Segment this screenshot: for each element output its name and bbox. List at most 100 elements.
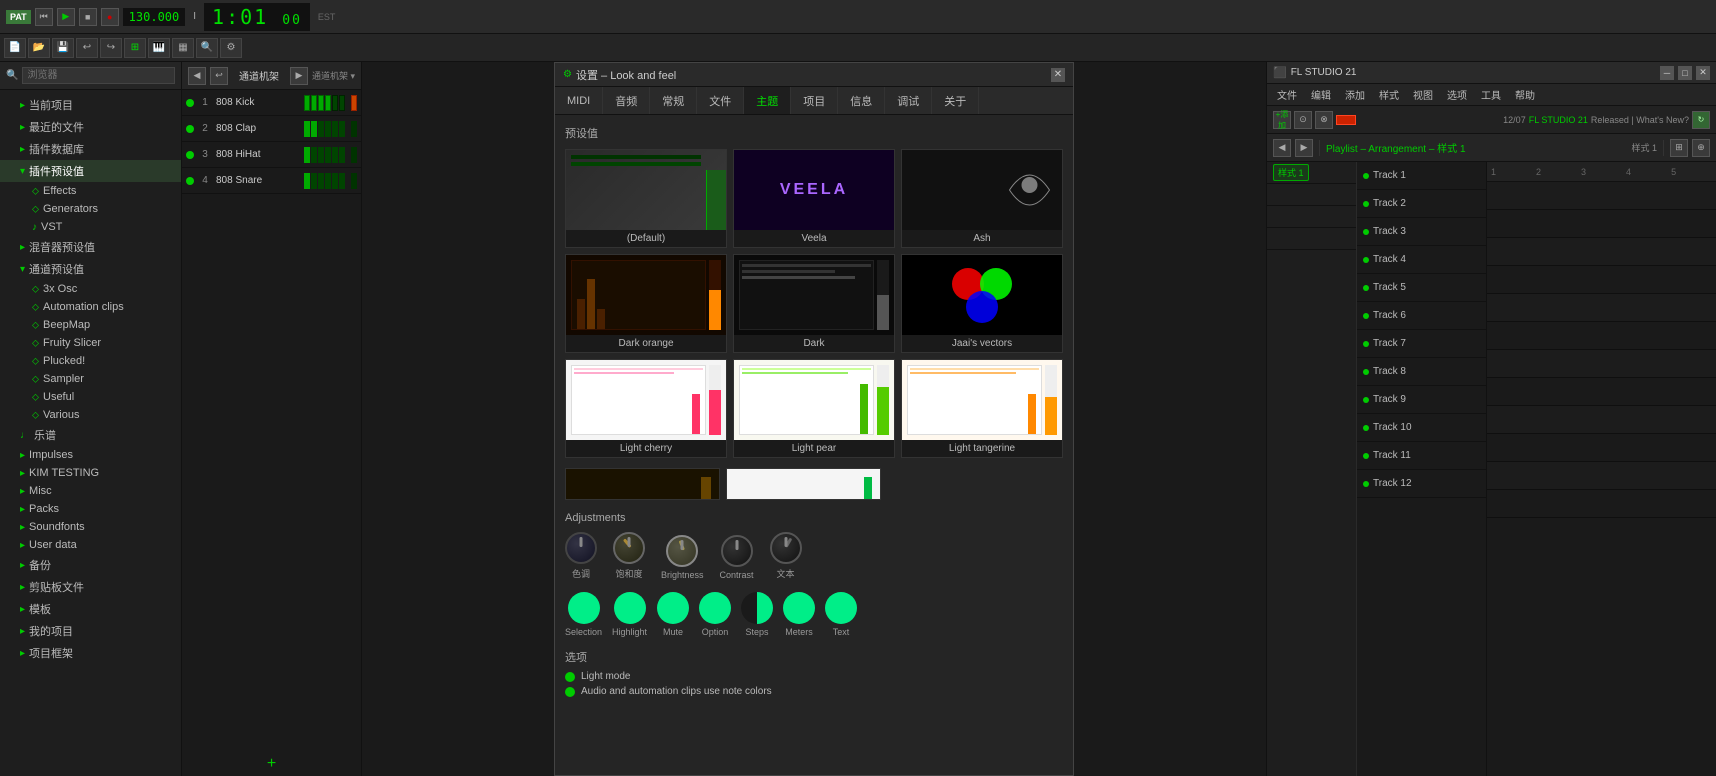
pad[interactable]	[339, 95, 345, 111]
pad[interactable]	[311, 147, 317, 163]
brightness-knob[interactable]	[666, 535, 698, 567]
pad[interactable]	[311, 121, 317, 137]
browser-button[interactable]: 🔍	[196, 38, 218, 58]
playlist-button[interactable]: ▦	[172, 38, 194, 58]
sidebar-item-packs[interactable]: ▸ Packs	[0, 500, 181, 518]
pad[interactable]	[339, 173, 345, 189]
pad[interactable]	[325, 173, 331, 189]
fl-menu-options[interactable]: 选项	[1441, 84, 1473, 105]
rewind-button[interactable]: ⏮	[35, 8, 53, 26]
pad[interactable]	[325, 147, 331, 163]
hue-knob[interactable]	[565, 532, 597, 564]
piano-roll-button[interactable]: 🎹	[148, 38, 170, 58]
preset-default[interactable]: (Default)	[565, 149, 727, 248]
fl-update-button[interactable]: ↻	[1692, 111, 1710, 129]
pad[interactable]	[325, 95, 331, 111]
preset-dark[interactable]: Dark	[733, 254, 895, 353]
mixer-back-button[interactable]: ◀	[188, 67, 206, 85]
sidebar-item-plugin-presets[interactable]: ▾ 插件预设值	[0, 160, 181, 182]
browser-search-input[interactable]	[22, 67, 175, 84]
stop-button[interactable]: ■	[79, 8, 97, 26]
sidebar-item-current-project[interactable]: ▸ 当前项目	[0, 94, 181, 116]
dialog-nav-general[interactable]: 常规	[650, 87, 697, 114]
playlist-zoom-btn[interactable]: ⊕	[1692, 139, 1710, 157]
pad[interactable]	[304, 147, 310, 163]
pad[interactable]	[318, 95, 324, 111]
sidebar-item-generators[interactable]: ⬦ Generators	[0, 200, 181, 218]
play-button[interactable]: ▶	[57, 8, 75, 26]
sidebar-item-effects[interactable]: ⬦ Effects	[0, 182, 181, 200]
sidebar-item-automation[interactable]: ⬦ Automation clips	[0, 298, 181, 316]
fl-menu-help[interactable]: 帮助	[1509, 84, 1541, 105]
dialog-nav-audio[interactable]: 音频	[603, 87, 650, 114]
sidebar-item-vst[interactable]: ♪ VST	[0, 218, 181, 236]
pad[interactable]	[332, 121, 338, 137]
sidebar-item-3xosc[interactable]: ⬦ 3x Osc	[0, 280, 181, 298]
pad[interactable]	[318, 147, 324, 163]
dialog-nav-about[interactable]: 关于	[932, 87, 979, 114]
pad[interactable]	[332, 173, 338, 189]
fl-icon2[interactable]: ⊗	[1315, 111, 1333, 129]
playlist-back-btn[interactable]: ◀	[1273, 139, 1291, 157]
pad[interactable]	[304, 173, 310, 189]
playlist-grid-btn[interactable]: ⊞	[1670, 139, 1688, 157]
fl-menu-view[interactable]: 视图	[1407, 84, 1439, 105]
preset-dark-orange[interactable]: Dark orange	[565, 254, 727, 353]
sidebar-item-plucked[interactable]: ⬦ Plucked!	[0, 352, 181, 370]
text-knob[interactable]	[770, 532, 802, 564]
fl-menu-pattern[interactable]: 样式	[1373, 84, 1405, 105]
mixer-button[interactable]: ⊞	[124, 38, 146, 58]
fl-menu-edit[interactable]: 编辑	[1305, 84, 1337, 105]
dialog-nav-info[interactable]: 信息	[838, 87, 885, 114]
open-button[interactable]: 📂	[28, 38, 50, 58]
fl-close-button[interactable]: ✕	[1696, 66, 1710, 80]
sidebar-item-project-frame[interactable]: ▸ 项目框架	[0, 642, 181, 664]
settings-button[interactable]: ⚙	[220, 38, 242, 58]
pad[interactable]	[311, 95, 317, 111]
steps-color-button[interactable]	[741, 592, 773, 624]
playlist-forward-btn[interactable]: ▶	[1295, 139, 1313, 157]
fl-menu-add[interactable]: 添加	[1339, 84, 1371, 105]
dialog-nav-theme[interactable]: 主题	[744, 87, 791, 114]
dialog-close-button[interactable]: ✕	[1051, 68, 1065, 82]
undo-button[interactable]: ↩	[76, 38, 98, 58]
mixer-add-button[interactable]: ▶	[290, 67, 308, 85]
selection-color-button[interactable]	[568, 592, 600, 624]
dialog-nav-midi[interactable]: MIDI	[555, 87, 603, 114]
sidebar-item-userdata[interactable]: ▸ User data	[0, 536, 181, 554]
pad[interactable]	[339, 121, 345, 137]
sidebar-item-soundfonts[interactable]: ▸ Soundfonts	[0, 518, 181, 536]
dialog-nav-file[interactable]: 文件	[697, 87, 744, 114]
preset-light-cherry[interactable]: Light cherry	[565, 359, 727, 458]
sidebar-item-misc[interactable]: ▸ Misc	[0, 482, 181, 500]
pad[interactable]	[318, 173, 324, 189]
mixer-add-channel-button[interactable]: +	[182, 752, 361, 776]
fl-maximize-button[interactable]: □	[1678, 66, 1692, 80]
contrast-knob[interactable]	[721, 535, 753, 567]
preset-jaai[interactable]: Jaai's vectors	[901, 254, 1063, 353]
preset-extra-1[interactable]	[565, 468, 720, 500]
sidebar-item-backup[interactable]: ▸ 备份	[0, 554, 181, 576]
sidebar-item-kim-testing[interactable]: ▸ KIM TESTING	[0, 464, 181, 482]
meters-color-button[interactable]	[783, 592, 815, 624]
sidebar-item-templates[interactable]: ▸ 模板	[0, 598, 181, 620]
sidebar-item-plugin-db[interactable]: ▸ 插件数据库	[0, 138, 181, 160]
sidebar-item-fruity-slicer[interactable]: ⬦ Fruity Slicer	[0, 334, 181, 352]
preset-ash[interactable]: Ash	[901, 149, 1063, 248]
preset-extra-2[interactable]	[726, 468, 881, 500]
highlight-color-button[interactable]	[614, 592, 646, 624]
redo-button[interactable]: ↪	[100, 38, 122, 58]
sidebar-item-my-projects[interactable]: ▸ 我的项目	[0, 620, 181, 642]
save-button[interactable]: 💾	[52, 38, 74, 58]
fl-add-button[interactable]: +添加	[1273, 111, 1291, 129]
preset-light-tangerine[interactable]: Light tangerine	[901, 359, 1063, 458]
sidebar-item-scores[interactable]: ♩ 乐谱	[0, 424, 181, 446]
sidebar-item-channel-presets[interactable]: ▾ 通道预设值	[0, 258, 181, 280]
dialog-nav-project[interactable]: 项目	[791, 87, 838, 114]
pad[interactable]	[304, 121, 310, 137]
sidebar-item-mixer-presets[interactable]: ▸ 混音器预设值	[0, 236, 181, 258]
record-button[interactable]: ●	[101, 8, 119, 26]
sidebar-item-sampler[interactable]: ⬦ Sampler	[0, 370, 181, 388]
sidebar-item-impulses[interactable]: ▸ Impulses	[0, 446, 181, 464]
sidebar-item-useful[interactable]: ⬦ Useful	[0, 388, 181, 406]
